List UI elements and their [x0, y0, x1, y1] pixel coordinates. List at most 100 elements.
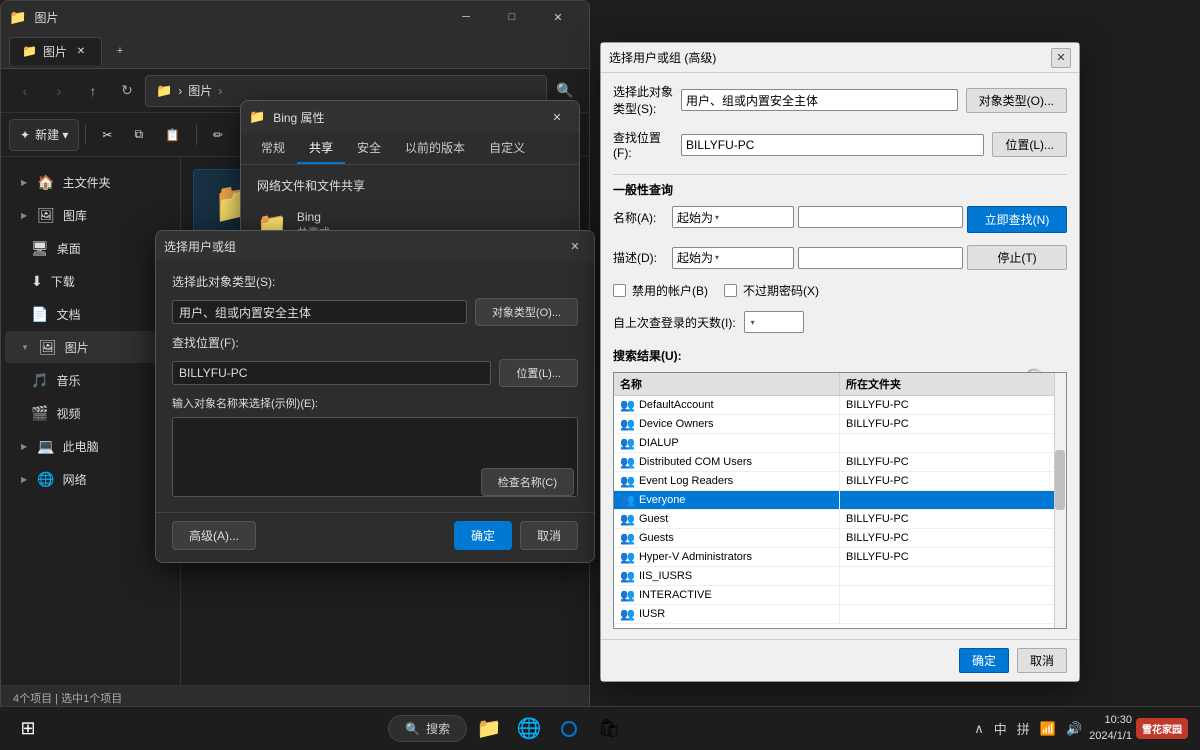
result-row[interactable]: 👥 IIS_IUSRS: [614, 567, 1066, 586]
select-user-close-button[interactable]: ✕: [564, 235, 586, 257]
result-row[interactable]: 👥 Guests BILLYFU-PC: [614, 529, 1066, 548]
adv-location-input[interactable]: [681, 134, 984, 156]
result-row[interactable]: 👥 IUSR: [614, 605, 1066, 624]
close-button[interactable]: ✕: [535, 1, 581, 33]
select-user-footer: 高级(A)... 确定 取消: [156, 512, 594, 562]
taskbar-store-icon[interactable]: 🛍: [591, 711, 627, 747]
tab-custom[interactable]: 自定义: [477, 133, 537, 164]
result-row[interactable]: 👥 Hyper-V Administrators BILLYFU-PC: [614, 548, 1066, 567]
start-button[interactable]: ⊞: [8, 709, 48, 749]
tray-network[interactable]: 📶: [1037, 721, 1059, 737]
desc-filter-input[interactable]: [798, 247, 963, 269]
sidebar-item-home[interactable]: ▶ 🏠 主文件夹: [5, 166, 176, 198]
tray-ime-pin[interactable]: 拼: [1014, 719, 1033, 738]
sidebar-item-documents[interactable]: 📄 文档: [5, 298, 176, 330]
no-expire-checkbox[interactable]: [724, 284, 737, 297]
desc-filter-combo[interactable]: 起始为 ▾: [672, 247, 794, 269]
back-button[interactable]: ‹: [9, 75, 41, 107]
advanced-close-button[interactable]: ✕: [1051, 48, 1071, 68]
clock[interactable]: 10:30 2024/1/1: [1089, 713, 1132, 744]
tab-close-button[interactable]: ✕: [73, 43, 89, 59]
taskbar-edge-icon[interactable]: [551, 711, 587, 747]
result-row[interactable]: 👥 Device Owners BILLYFU-PC: [614, 415, 1066, 434]
taskbar-explorer-icon[interactable]: 📁: [471, 711, 507, 747]
location-input[interactable]: [172, 361, 491, 385]
sidebar-item-gallery[interactable]: ▶ 🖼 图库: [5, 199, 176, 231]
forward-button[interactable]: ›: [43, 75, 75, 107]
disabled-account-checkbox[interactable]: [613, 284, 626, 297]
result-row[interactable]: 👥 Guest BILLYFU-PC: [614, 510, 1066, 529]
result-name-cell: 👥 DefaultAccount: [614, 396, 840, 414]
object-type-input[interactable]: [172, 300, 467, 324]
properties-tabs: 常规 共享 安全 以前的版本 自定义: [241, 133, 579, 165]
taskbar: ⊞ 🔍 搜索 📁 🌐 🛍 ∧ 中 拼 📶 🔊 10:30 2024/1/1 雪花…: [0, 706, 1200, 750]
refresh-button[interactable]: ↻: [111, 75, 143, 107]
result-location-cell: [840, 491, 1066, 509]
status-text: 4个项目 | 选中1个项目: [13, 690, 122, 706]
sidebar-item-network[interactable]: ▶ 🌐 网络: [5, 463, 176, 495]
tab-pictures[interactable]: 📁 图片 ✕: [9, 37, 102, 65]
result-row[interactable]: 👥 Distributed COM Users BILLYFU-PC: [614, 453, 1066, 472]
result-row[interactable]: 👥 DIALUP: [614, 434, 1066, 453]
result-location-cell: BILLYFU-PC: [840, 396, 1066, 414]
paste-button[interactable]: 📋: [155, 119, 190, 151]
result-name-cell: 👥 Hyper-V Administrators: [614, 548, 840, 566]
object-type-button[interactable]: 对象类型(O)...: [475, 298, 578, 326]
result-row[interactable]: 👥 INTERACTIVE: [614, 586, 1066, 605]
days-combo[interactable]: ▾: [744, 311, 804, 333]
copy-button[interactable]: ⧉: [124, 119, 153, 151]
sidebar-item-videos[interactable]: 🎬 视频: [5, 397, 176, 429]
tab-previous[interactable]: 以前的版本: [393, 133, 477, 164]
result-name: DefaultAccount: [639, 399, 714, 411]
sidebar-item-downloads[interactable]: ⬇ 下载: [5, 265, 176, 297]
stop-button[interactable]: 停止(T): [967, 245, 1067, 270]
name-filter-combo[interactable]: 起始为 ▾: [672, 206, 794, 228]
adv-object-type-input[interactable]: [681, 89, 958, 111]
new-tab-button[interactable]: +: [106, 37, 134, 65]
advanced-button[interactable]: 高级(A)...: [172, 521, 256, 550]
sidebar-item-thispc[interactable]: ▶ 💻 此电脑: [5, 430, 176, 462]
tab-security[interactable]: 安全: [345, 133, 393, 164]
adv-location-button[interactable]: 位置(L)...: [992, 132, 1067, 157]
sidebar-item-desktop[interactable]: 🖥 桌面: [5, 232, 176, 264]
result-location-cell: BILLYFU-PC: [840, 415, 1066, 433]
tray-sound[interactable]: 🔊: [1063, 721, 1085, 737]
share-section-title: 网络文件和文件共享: [257, 177, 563, 194]
maximize-button[interactable]: □: [489, 1, 535, 33]
result-name: Distributed COM Users: [639, 456, 752, 468]
result-row[interactable]: 👥 Event Log Readers BILLYFU-PC: [614, 472, 1066, 491]
select-user-cancel-button[interactable]: 取消: [520, 521, 578, 550]
xuehj-logo[interactable]: 雪花家园: [1136, 718, 1188, 739]
check-name-button[interactable]: 检查名称(C): [481, 468, 574, 496]
result-row[interactable]: 👥 DefaultAccount BILLYFU-PC: [614, 396, 1066, 415]
adv-object-type-button[interactable]: 对象类型(O)...: [966, 88, 1067, 113]
taskbar-chrome-icon[interactable]: 🌐: [511, 711, 547, 747]
tab-share[interactable]: 共享: [297, 133, 345, 164]
result-name: IUSR: [639, 608, 665, 620]
up-button[interactable]: ↑: [77, 75, 109, 107]
name-query-row: 名称(A): 起始为 ▾ 立即查找(N): [613, 206, 1067, 233]
rename-button[interactable]: ✏: [203, 119, 233, 151]
select-user-ok-button[interactable]: 确定: [454, 521, 512, 550]
result-row[interactable]: 👥 Everyone: [614, 491, 1066, 510]
scrollbar[interactable]: [1054, 373, 1066, 628]
location-button[interactable]: 位置(L)...: [499, 359, 578, 387]
sidebar-thispc-label: 此电脑: [63, 438, 99, 455]
advanced-cancel-button[interactable]: 取消: [1017, 648, 1067, 673]
desc-filter-value: 起始为: [677, 249, 713, 266]
sidebar-item-pictures[interactable]: ▼ 🖼 图片: [5, 331, 176, 363]
cut-button[interactable]: ✂: [92, 119, 122, 151]
search-button[interactable]: 立即查找(N): [967, 206, 1067, 233]
advanced-ok-button[interactable]: 确定: [959, 648, 1009, 673]
sidebar: ▶ 🏠 主文件夹 ▶ 🖼 图库 🖥 桌面 ⬇ 下载 📄: [1, 157, 181, 685]
tray-ime-zh[interactable]: 中: [991, 719, 1010, 738]
tab-general[interactable]: 常规: [249, 133, 297, 164]
sidebar-item-music[interactable]: 🎵 音乐: [5, 364, 176, 396]
taskbar-search[interactable]: 🔍 搜索: [388, 715, 467, 742]
tray-chevron[interactable]: ∧: [971, 721, 987, 737]
new-button[interactable]: ✦ ✦ 新建 新建 ▾: [9, 119, 79, 151]
minimize-button[interactable]: ─: [443, 1, 489, 33]
name-filter-input[interactable]: [798, 206, 963, 228]
properties-close-button[interactable]: ✕: [543, 103, 571, 131]
results-table[interactable]: 名称 所在文件夹 👥 DefaultAccount BILLYFU-PC 👥 D…: [613, 372, 1067, 629]
